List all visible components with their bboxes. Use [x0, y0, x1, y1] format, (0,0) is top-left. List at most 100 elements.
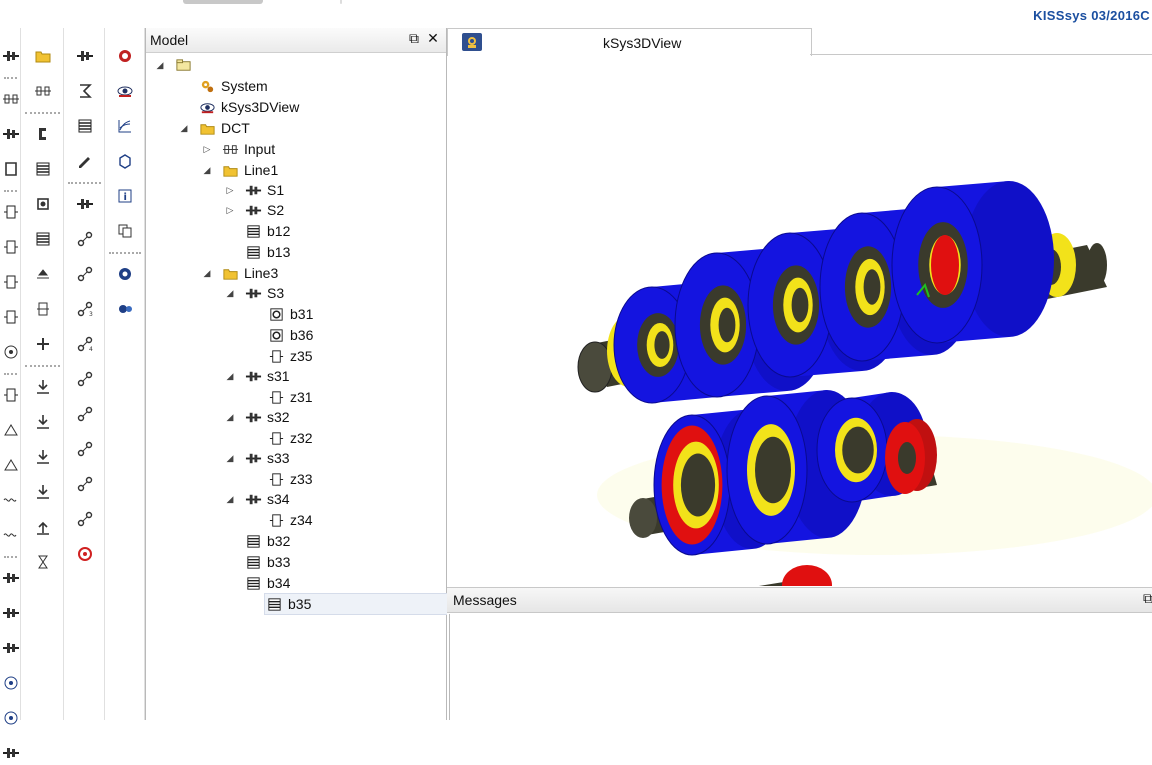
gear-target-icon[interactable]	[113, 262, 137, 286]
expanded-arrow-icon[interactable]: ◢	[224, 287, 236, 299]
tree-item-s2[interactable]: ▷ S2	[224, 200, 285, 220]
shaft-icon[interactable]	[0, 636, 23, 660]
tree-item-s3[interactable]: ◢ S3	[224, 283, 285, 303]
tree-item-b35[interactable]: b35	[264, 593, 466, 615]
tree-item-z33[interactable]: z33	[247, 469, 313, 489]
tree-item-root[interactable]: ◢	[154, 55, 197, 75]
tree-item-dct[interactable]: ◢ DCT	[178, 118, 250, 138]
tree-item-ksys3dview[interactable]: kSys3DView	[178, 97, 299, 117]
tree-item-b32[interactable]: b32	[224, 531, 290, 551]
tree-item-b36[interactable]: b36	[247, 325, 313, 345]
clamp-icon[interactable]	[31, 122, 55, 146]
coupling-icon[interactable]	[0, 87, 23, 111]
load-down-icon[interactable]	[31, 375, 55, 399]
cube-icon[interactable]	[113, 149, 137, 173]
tree-item-b12[interactable]: b12	[224, 221, 290, 241]
info-icon[interactable]: i	[113, 184, 137, 208]
connection-icon[interactable]	[73, 507, 97, 531]
mount-icon[interactable]	[31, 192, 55, 216]
load-down-icon[interactable]	[31, 480, 55, 504]
connection-icon[interactable]	[73, 262, 97, 286]
shaft-icon[interactable]	[0, 741, 23, 765]
collapsed-arrow-icon[interactable]: ▷	[224, 204, 236, 216]
connection-4-icon[interactable]: 4	[73, 332, 97, 356]
collapsed-arrow-icon[interactable]: ▷	[224, 184, 236, 196]
shaft-icon[interactable]	[0, 601, 23, 625]
folder-icon[interactable]	[31, 44, 55, 68]
top-tab[interactable]	[183, 0, 263, 4]
bearing-icon[interactable]	[31, 157, 55, 181]
edit-icon[interactable]	[73, 149, 97, 173]
tree-item-z32[interactable]: z32	[247, 428, 313, 448]
tree-item-line3[interactable]: ◢ Line3	[201, 263, 279, 283]
gear-icon[interactable]	[0, 383, 23, 407]
tree-item-b31[interactable]: b31	[247, 304, 313, 324]
connection-icon[interactable]	[73, 367, 97, 391]
switch-icon[interactable]	[31, 332, 55, 356]
gear-icon[interactable]	[0, 305, 23, 329]
gear-icon[interactable]	[0, 270, 23, 294]
connection-3-icon[interactable]: 3	[73, 297, 97, 321]
bearing-icon[interactable]	[73, 114, 97, 138]
planet-gear-icon[interactable]	[113, 297, 137, 321]
expanded-arrow-icon[interactable]: ◢	[154, 59, 166, 71]
eye-icon[interactable]	[113, 79, 137, 103]
stop-icon[interactable]	[73, 542, 97, 566]
tree-item-s33[interactable]: ◢ s33	[224, 448, 290, 468]
bearing-icon[interactable]	[31, 227, 55, 251]
expanded-arrow-icon[interactable]: ◢	[224, 411, 236, 423]
tree-item-b13[interactable]: b13	[224, 242, 290, 262]
tab-ksys3dview[interactable]: kSys3DView	[447, 28, 812, 56]
close-panel-icon[interactable]: ✕	[425, 31, 441, 47]
bevel-gear-icon[interactable]	[0, 453, 23, 477]
tree-item-z35[interactable]: z35	[247, 346, 313, 366]
shaft-icon[interactable]	[0, 566, 23, 590]
shaft-icon[interactable]	[0, 122, 23, 146]
expanded-arrow-icon[interactable]: ◢	[201, 164, 213, 176]
shaft-icon[interactable]	[73, 192, 97, 216]
planet-icon[interactable]	[0, 340, 23, 364]
expanded-arrow-icon[interactable]: ◢	[224, 452, 236, 464]
tree-item-line1[interactable]: ◢ Line1	[201, 160, 279, 180]
expanded-arrow-icon[interactable]: ◢	[224, 370, 236, 382]
shift-icon[interactable]	[31, 262, 55, 286]
bevel-gear-icon[interactable]	[0, 418, 23, 442]
expanded-arrow-icon[interactable]: ◢	[178, 122, 190, 134]
tree-item-system[interactable]: System	[178, 76, 268, 96]
diagram-icon[interactable]	[113, 114, 137, 138]
tree-item-b33[interactable]: b33	[224, 552, 290, 572]
tree-item-s1[interactable]: ▷ S1	[224, 180, 285, 200]
connection-icon[interactable]	[73, 402, 97, 426]
tree-item-s31[interactable]: ◢ s31	[224, 366, 290, 386]
tree-item-input[interactable]: ▷ Input	[201, 139, 276, 159]
load-down-icon[interactable]	[31, 445, 55, 469]
target-icon[interactable]	[0, 706, 23, 730]
kisssoft-icon[interactable]	[113, 44, 137, 68]
shaft-icon[interactable]	[0, 44, 23, 68]
tree-item-s32[interactable]: ◢ s32	[224, 407, 290, 427]
plate-icon[interactable]	[31, 297, 55, 321]
tree-item-b34[interactable]: b34	[224, 573, 290, 593]
gear-icon[interactable]	[0, 200, 23, 224]
load-up-icon[interactable]	[31, 515, 55, 539]
worm-icon[interactable]	[0, 488, 23, 512]
shaft-icon[interactable]	[73, 44, 97, 68]
tree-item-z31[interactable]: z31	[247, 387, 313, 407]
tree-item-z34[interactable]: z34	[247, 510, 313, 530]
float-messages-icon[interactable]: ⧉	[1140, 591, 1152, 607]
copy-icon[interactable]	[113, 219, 137, 243]
expanded-arrow-icon[interactable]: ◢	[201, 267, 213, 279]
housing-icon[interactable]	[0, 157, 23, 181]
target-icon[interactable]	[0, 671, 23, 695]
tree-item-s34[interactable]: ◢ s34	[224, 489, 290, 509]
worm-icon[interactable]	[0, 523, 23, 547]
load-down-icon[interactable]	[31, 410, 55, 434]
collapsed-arrow-icon[interactable]: ▷	[201, 143, 213, 155]
gear-icon[interactable]	[0, 235, 23, 259]
3d-gear-model[interactable]	[447, 55, 1152, 586]
connection-icon[interactable]	[73, 472, 97, 496]
hourglass-icon[interactable]	[31, 550, 55, 574]
sum-icon[interactable]	[73, 79, 97, 103]
connection-icon[interactable]	[73, 227, 97, 251]
connection-icon[interactable]	[73, 437, 97, 461]
